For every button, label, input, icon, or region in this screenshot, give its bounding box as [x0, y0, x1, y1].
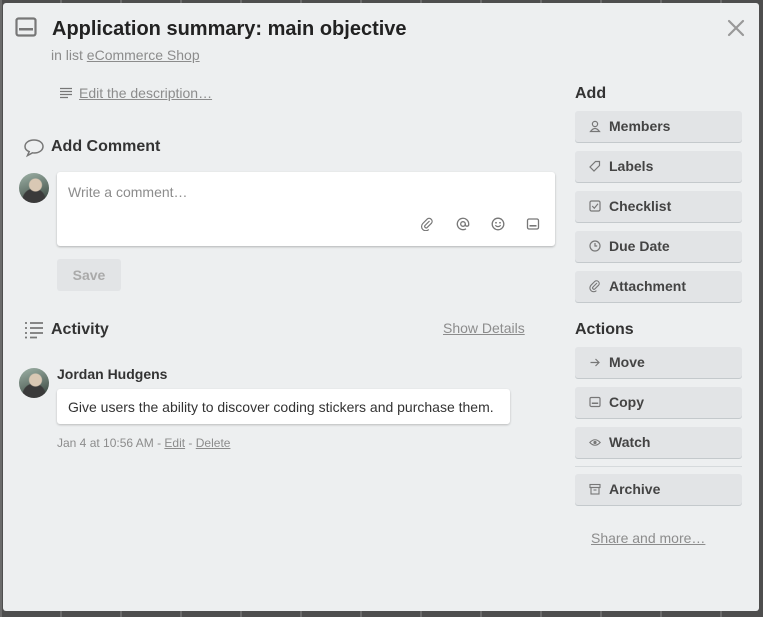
save-button[interactable]: Save — [57, 259, 121, 291]
clock-icon — [588, 231, 602, 274]
list-breadcrumb: in list eCommerce Shop — [51, 47, 200, 63]
due-date-label: Due Date — [609, 238, 670, 254]
arrow-right-icon — [588, 347, 602, 390]
in-list-prefix: in list — [51, 47, 83, 63]
avatar[interactable] — [19, 173, 49, 203]
activity-icon — [25, 322, 43, 339]
card-detail-modal: Application summary: main objective in l… — [3, 3, 759, 611]
attachment-button[interactable]: Attachment — [575, 271, 742, 302]
emoji-icon[interactable] — [490, 217, 506, 233]
members-label: Members — [609, 118, 671, 134]
move-label: Move — [609, 354, 645, 370]
comment-author[interactable]: Jordan Hudgens — [57, 366, 167, 382]
attachment-label: Attachment — [609, 278, 687, 294]
add-comment-heading: Add Comment — [51, 138, 161, 155]
eye-icon — [588, 427, 602, 470]
actions-divider — [575, 466, 742, 467]
checkbox-icon — [588, 191, 602, 234]
comment-meta: Jan 4 at 10:56 AM - Edit - Delete — [57, 436, 231, 450]
archive-icon — [588, 474, 602, 517]
mention-icon[interactable] — [455, 217, 471, 233]
add-heading: Add — [575, 85, 607, 102]
comment-icon — [24, 139, 44, 158]
edit-comment-link[interactable]: Edit — [164, 436, 185, 450]
paperclip-icon — [588, 271, 602, 314]
comment-timestamp[interactable]: Jan 4 at 10:56 AM — [57, 436, 154, 450]
copy-label: Copy — [609, 394, 644, 410]
attachment-icon[interactable] — [419, 217, 435, 233]
comment-composer — [57, 172, 555, 246]
labels-label: Labels — [609, 158, 654, 174]
comment-text: Give users the ability to discover codin… — [57, 389, 510, 424]
copy-button[interactable]: Copy — [575, 387, 742, 418]
edit-description-link[interactable]: Edit the description… — [79, 85, 212, 101]
move-button[interactable]: Move — [575, 347, 742, 378]
watch-button[interactable]: Watch — [575, 427, 742, 458]
activity-heading: Activity — [51, 321, 109, 338]
card-icon — [15, 17, 37, 37]
card-title[interactable]: Application summary: main objective — [52, 18, 407, 41]
list-link[interactable]: eCommerce Shop — [87, 47, 200, 63]
labels-button[interactable]: Labels — [575, 151, 742, 182]
tag-icon — [588, 151, 602, 194]
comment-input[interactable] — [57, 172, 555, 212]
person-icon — [588, 111, 602, 154]
description-icon — [60, 87, 72, 99]
copy-icon — [588, 387, 602, 430]
members-button[interactable]: Members — [575, 111, 742, 142]
watch-label: Watch — [609, 434, 651, 450]
actions-heading: Actions — [575, 321, 634, 338]
checklist-label: Checklist — [609, 198, 672, 214]
card-icon[interactable] — [525, 217, 541, 233]
show-details-link[interactable]: Show Details — [443, 320, 525, 336]
avatar[interactable] — [19, 368, 49, 398]
archive-label: Archive — [609, 481, 661, 497]
archive-button[interactable]: Archive — [575, 474, 742, 505]
share-and-more-link[interactable]: Share and more… — [591, 530, 705, 546]
checklist-button[interactable]: Checklist — [575, 191, 742, 222]
close-icon[interactable] — [725, 17, 747, 39]
delete-comment-link[interactable]: Delete — [196, 436, 231, 450]
due-date-button[interactable]: Due Date — [575, 231, 742, 262]
